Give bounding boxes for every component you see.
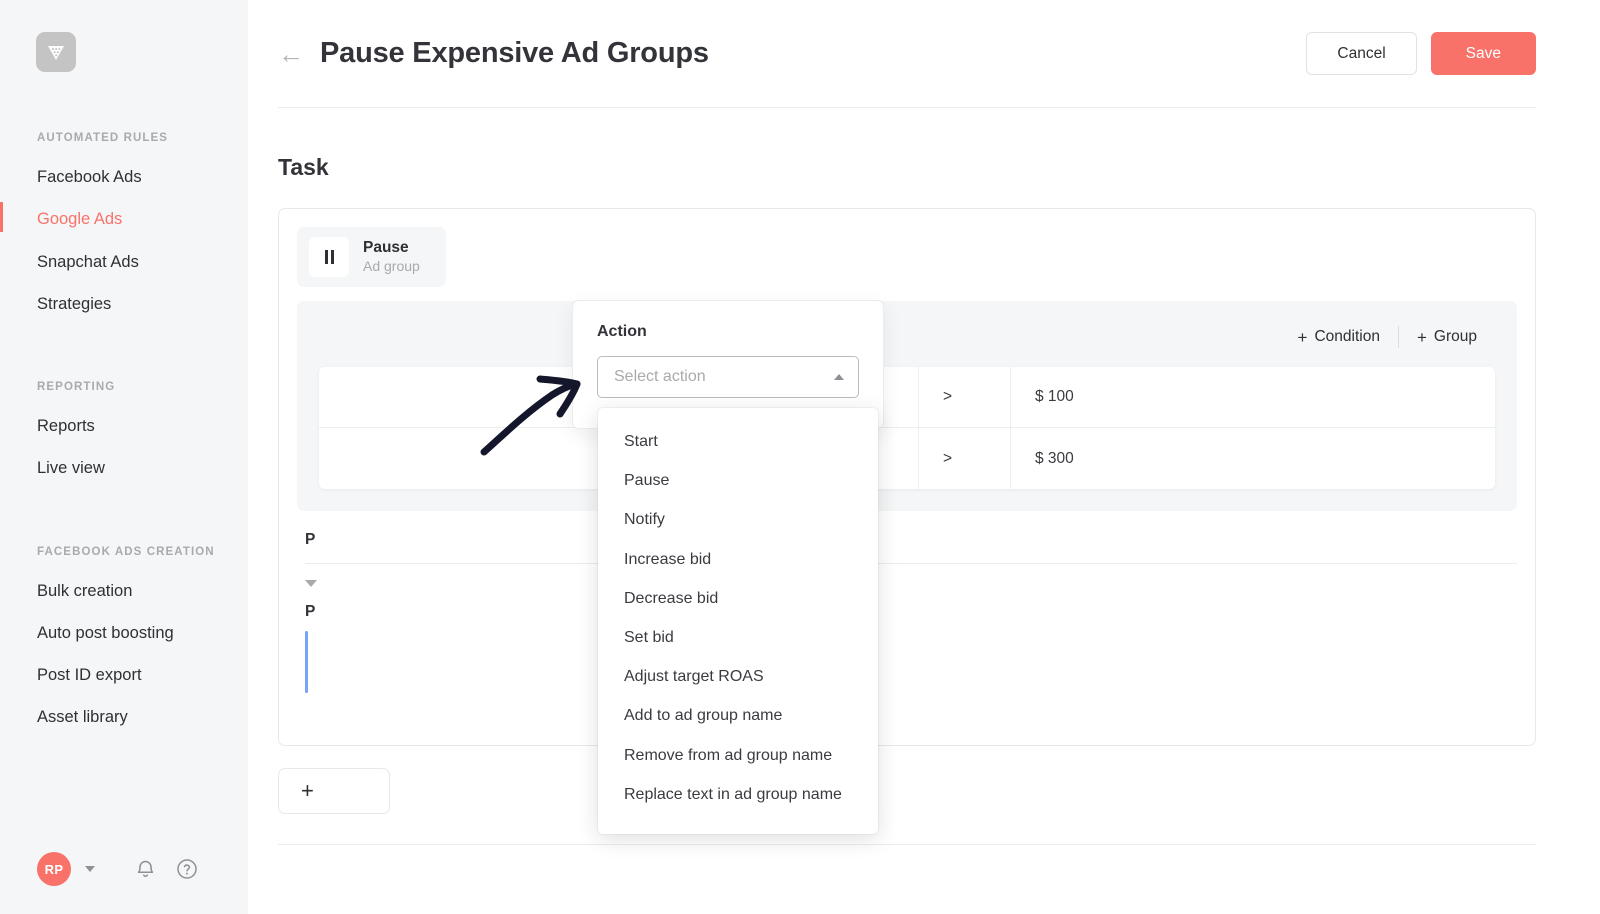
sidebar-item-facebook-ads[interactable]: Facebook Ads — [0, 156, 248, 198]
action-options-dropdown: Start Pause Notify Increase bid Decrease… — [598, 408, 878, 834]
app-logo[interactable] — [36, 32, 76, 72]
chevron-up-icon[interactable] — [834, 374, 844, 380]
top-bar-left: ← Pause Expensive Ad Groups — [248, 37, 1306, 70]
conditions-panel: + Condition + Group Yesterday — [297, 301, 1517, 511]
option-set-bid[interactable]: Set bid — [598, 618, 878, 657]
pause-icon — [324, 250, 334, 264]
nav-heading-reporting: REPORTING — [37, 381, 116, 394]
sub-block-label-2: P — [305, 603, 316, 620]
top-bar: ← Pause Expensive Ad Groups Cancel Save — [248, 0, 1600, 107]
section-title-task: Task — [278, 154, 329, 180]
nav-section-automated-rules: AUTOMATED RULES Facebook Ads Google Ads … — [0, 132, 248, 325]
top-bar-actions: Cancel Save — [1306, 31, 1536, 76]
option-decrease-bid[interactable]: Decrease bid — [598, 579, 878, 618]
condition-operator[interactable]: > — [919, 367, 1011, 427]
main-area: ← Pause Expensive Ad Groups Cancel Save … — [248, 0, 1600, 914]
avatar[interactable]: RP — [37, 852, 71, 886]
sidebar: AUTOMATED RULES Facebook Ads Google Ads … — [0, 0, 248, 914]
condition-value[interactable]: $ 100 — [1011, 367, 1495, 427]
sidebar-item-snapchat-ads[interactable]: Snapchat Ads — [0, 241, 248, 283]
option-notify[interactable]: Notify — [598, 500, 878, 539]
footer-icon-group — [135, 858, 198, 880]
conditions-toolbar: + Condition + Group — [319, 319, 1495, 355]
back-arrow-icon[interactable]: ← — [278, 41, 304, 67]
select-action-placeholder: Select action — [614, 368, 706, 385]
sidebar-item-strategies[interactable]: Strategies — [0, 283, 248, 325]
sidebar-item-bulk-creation[interactable]: Bulk creation — [0, 570, 248, 612]
table-row[interactable]: Yesterday > $ 100 — [319, 367, 1495, 428]
option-pause[interactable]: Pause — [598, 461, 878, 500]
task-sub-block: P P — [297, 531, 1517, 693]
nav-section-facebook-ads-creation: FACEBOOK ADS CREATION Bulk creation Auto… — [0, 546, 248, 739]
option-replace-text-in-ad-group-name[interactable]: Replace text in ad group name — [598, 775, 878, 814]
chevron-down-icon[interactable] — [85, 866, 95, 872]
add-group-button[interactable]: + Group — [1399, 328, 1495, 346]
conditions-table: Yesterday > $ 100 Yesterday > $ 300 — [319, 367, 1495, 489]
pause-icon-box — [309, 237, 349, 277]
plus-icon: + — [1416, 327, 1427, 347]
table-row[interactable]: Yesterday > $ 300 — [319, 428, 1495, 489]
footer-divider — [278, 844, 1536, 845]
sidebar-item-asset-library[interactable]: Asset library — [0, 696, 248, 738]
page-title: Pause Expensive Ad Groups — [320, 37, 709, 69]
nav-section-reporting: REPORTING Reports Live view — [0, 381, 248, 490]
sidebar-item-google-ads[interactable]: Google Ads — [0, 198, 248, 240]
task-action-chip-text: Pause Ad group — [363, 238, 420, 276]
condition-operator[interactable]: > — [919, 428, 1011, 489]
content-area: Task Pause Ad group + Condition + Group … — [248, 108, 1600, 845]
add-condition-button[interactable]: + Condition — [1280, 328, 1398, 346]
add-group-label: Group — [1433, 328, 1477, 345]
sidebar-item-post-id-export[interactable]: Post ID export — [0, 654, 248, 696]
option-adjust-target-roas[interactable]: Adjust target ROAS — [598, 657, 878, 696]
action-popover-label: Action — [597, 323, 647, 340]
chevron-down-icon[interactable] — [305, 580, 317, 587]
task-action-title: Pause — [363, 238, 409, 256]
sidebar-item-auto-post-boosting[interactable]: Auto post boosting — [0, 612, 248, 654]
task-action-chip[interactable]: Pause Ad group — [297, 227, 446, 287]
sidebar-item-reports[interactable]: Reports — [0, 405, 248, 447]
sub-block-divider — [305, 563, 1517, 564]
sidebar-footer: RP — [0, 852, 248, 886]
add-task-button[interactable]: + — [278, 768, 390, 814]
bell-icon[interactable] — [135, 858, 156, 880]
question-circle-icon[interactable] — [176, 858, 198, 880]
task-action-subtitle: Ad group — [363, 258, 420, 275]
nav-heading-facebook-ads-creation: FACEBOOK ADS CREATION — [37, 545, 215, 558]
save-button[interactable]: Save — [1430, 31, 1536, 76]
sidebar-item-live-view[interactable]: Live view — [0, 447, 248, 489]
option-increase-bid[interactable]: Increase bid — [598, 540, 878, 579]
revealbot-logo-icon — [48, 46, 64, 60]
option-start[interactable]: Start — [598, 422, 878, 461]
select-action-input[interactable]: Select action — [597, 356, 859, 398]
nav-heading-automated-rules: AUTOMATED RULES — [37, 132, 169, 144]
task-card: Pause Ad group + Condition + Group > $ 1… — [278, 208, 1536, 746]
app-root: AUTOMATED RULES Facebook Ads Google Ads … — [0, 0, 1600, 914]
plus-icon: + — [1297, 327, 1308, 347]
cancel-button[interactable]: Cancel — [1306, 31, 1417, 76]
condition-value[interactable]: $ 300 — [1011, 428, 1495, 489]
option-remove-from-ad-group-name[interactable]: Remove from ad group name — [598, 736, 878, 775]
add-condition-label: Condition — [1314, 328, 1380, 345]
logo-container — [0, 0, 248, 72]
sub-block-label-1: P — [305, 531, 316, 548]
option-add-to-ad-group-name[interactable]: Add to ad group name — [598, 696, 878, 735]
schedule-accent-bar — [305, 631, 308, 693]
